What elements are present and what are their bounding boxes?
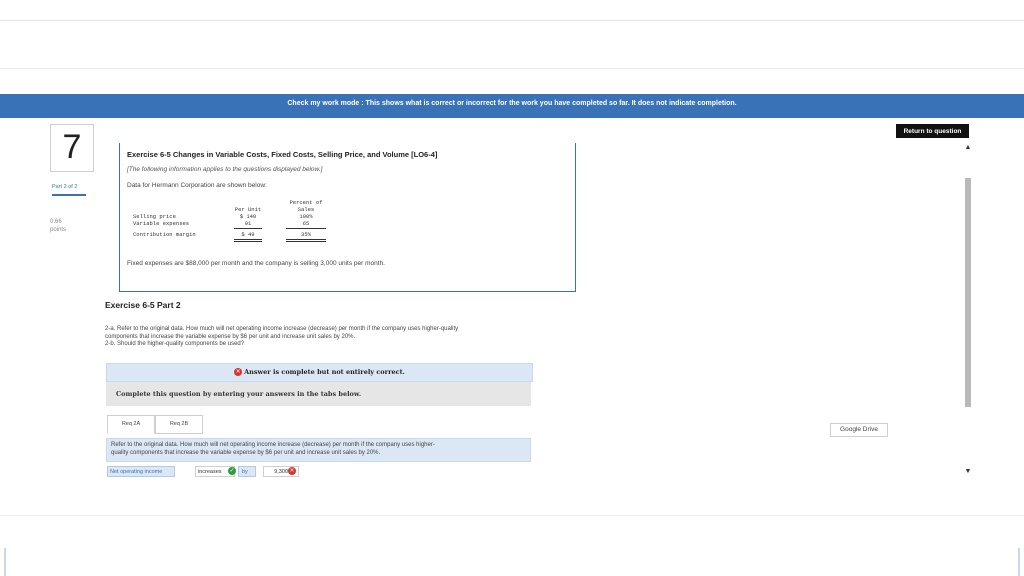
table-double-underline — [286, 241, 326, 242]
table-row-label: Selling price — [133, 213, 176, 220]
part-progress-bar — [52, 194, 86, 196]
table-row-label: Variable expenses — [133, 220, 190, 227]
exercise-note: [The following information applies to th… — [127, 166, 323, 173]
points-value: 0.66 — [50, 219, 62, 225]
right-edge-marker — [1018, 548, 1020, 576]
scroll-down-arrow-icon[interactable]: ▼ — [964, 468, 972, 476]
by-label: by — [238, 466, 256, 477]
points-info: 0.66 points — [50, 218, 66, 234]
question-number: 7 — [50, 124, 94, 172]
table-row-per-unit: $ 49 — [241, 231, 255, 238]
question-line: 2-a. Refer to the original data. How muc… — [105, 326, 459, 332]
scrollbar-thumb[interactable] — [965, 178, 971, 407]
table-row-percent: 100% — [299, 213, 313, 220]
table-row-per-unit: $ 140 — [239, 213, 257, 220]
left-edge-marker — [4, 548, 6, 576]
exercise-intro: Data for Hermann Corporation are shown b… — [127, 182, 267, 189]
requirement-line: Refer to the original data. How much wil… — [111, 442, 435, 448]
tab-req-2b[interactable]: Req 2B — [155, 415, 203, 434]
requirement-description: Refer to the original data. How much wil… — [106, 438, 531, 462]
question-text: 2-a. Refer to the original data. How muc… — [105, 326, 585, 349]
table-double-underline — [234, 241, 262, 242]
table-row-label: Contribution margin — [133, 231, 196, 238]
tab-req-2a[interactable]: Req 2A — [107, 415, 155, 434]
bottom-divider — [0, 515, 1024, 516]
table-header-per-unit: Per Unit — [234, 206, 262, 213]
scroll-up-arrow-icon[interactable]: ▲ — [964, 144, 972, 152]
part-title: Exercise 6-5 Part 2 — [105, 300, 181, 310]
instructions-bar: Complete this question by entering your … — [106, 382, 531, 406]
table-underline — [234, 228, 262, 229]
return-to-question-button[interactable]: Return to question — [896, 124, 969, 138]
table-double-underline — [286, 239, 326, 240]
points-label: points — [50, 227, 67, 233]
question-line: 2-b. Should the higher-quality component… — [105, 341, 245, 347]
table-row-percent: 65 — [302, 220, 310, 227]
answer-row-label: Net operating income — [107, 466, 175, 477]
answer-status-text: Answer is complete but not entirely corr… — [244, 368, 405, 376]
question-line: components that increase the variable ex… — [105, 333, 356, 340]
direction-value: increases — [198, 469, 222, 475]
answer-status-banner: ✕ Answer is complete but not entirely cor… — [106, 363, 533, 382]
table-header-percent-2: Sales — [297, 206, 315, 213]
x-circle-icon: ✕ — [288, 467, 296, 475]
table-double-underline — [234, 239, 262, 240]
google-drive-button[interactable]: Google Drive — [830, 423, 888, 437]
header-divider — [0, 68, 1024, 69]
instructions-text: Complete this question by entering your … — [116, 390, 362, 398]
top-divider — [0, 20, 1024, 21]
table-header-percent-1: Percent of — [289, 199, 323, 206]
requirement-line: quality components that increase the var… — [111, 449, 381, 456]
table-row-per-unit: 91 — [244, 220, 252, 227]
x-circle-icon: ✕ — [234, 368, 243, 376]
exercise-title: Exercise 6-5 Changes in Variable Costs, … — [127, 150, 438, 159]
check-circle-icon: ✓ — [228, 467, 236, 475]
fixed-expenses-text: Fixed expenses are $88,000 per month and… — [127, 260, 385, 267]
check-my-work-banner: Check my work mode : This shows what is … — [0, 94, 1024, 118]
part-indicator: Part 2 of 2 — [52, 184, 78, 190]
table-underline — [286, 228, 326, 229]
table-row-percent: 35% — [301, 231, 311, 238]
